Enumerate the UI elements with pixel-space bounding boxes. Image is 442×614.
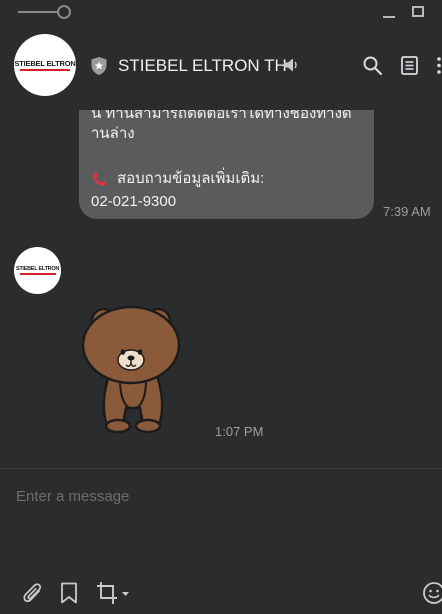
emoji-icon[interactable] (422, 581, 442, 605)
opacity-slider-knob[interactable] (57, 5, 71, 19)
room-avatar[interactable]: STIEBEL ELTRON (14, 34, 76, 96)
speaker-icon[interactable] (283, 57, 299, 73)
logo-red-bar (20, 69, 70, 71)
message-composer (0, 468, 442, 614)
phone-icon (93, 172, 106, 186)
crop-screenshot-icon[interactable] (96, 581, 132, 605)
phone-number[interactable]: 02-021-9300 (91, 191, 176, 212)
bookmark-icon[interactable] (60, 582, 78, 604)
message-text-line: สอบถามข้อมูลเพิ่มเติม: (117, 170, 265, 187)
bear-sticker[interactable] (80, 300, 186, 434)
window-titlebar (0, 0, 442, 26)
message-timestamp: 7:39 AM (383, 204, 431, 219)
message-timestamp: 1:07 PM (215, 424, 264, 439)
logo-text: STIEBEL ELTRON (15, 266, 60, 273)
minimize-button[interactable] (383, 16, 395, 18)
logo-text: STIEBEL ELTRON (14, 59, 76, 68)
message-text-line: านล่าง (91, 125, 135, 142)
paperclip-icon[interactable] (22, 581, 44, 605)
room-title: STIEBEL ELTRON TH (118, 56, 287, 75)
maximize-button[interactable] (412, 6, 424, 17)
stiebel-eltron-logo: STIEBEL ELTRON (14, 59, 76, 71)
message-input[interactable] (16, 485, 416, 507)
opacity-slider-track[interactable] (18, 11, 60, 13)
chat-header: STIEBEL ELTRON STIEBEL ELTRON TH (0, 26, 442, 110)
message-text-line: น ท่านสามารถติดต่อเราได้ทางช่องทางด้ (91, 110, 352, 122)
note-icon[interactable] (401, 56, 418, 75)
shield-star-icon (91, 57, 107, 75)
more-icon[interactable] (436, 56, 442, 75)
sender-avatar[interactable]: STIEBEL ELTRON (14, 247, 61, 294)
search-icon[interactable] (363, 56, 382, 75)
message-bubble[interactable]: น ท่านสามารถติดต่อเราได้ทางช่องทางด้ านล… (79, 110, 374, 219)
stiebel-eltron-logo: STIEBEL ELTRON (16, 266, 59, 275)
logo-red-bar (19, 273, 56, 275)
